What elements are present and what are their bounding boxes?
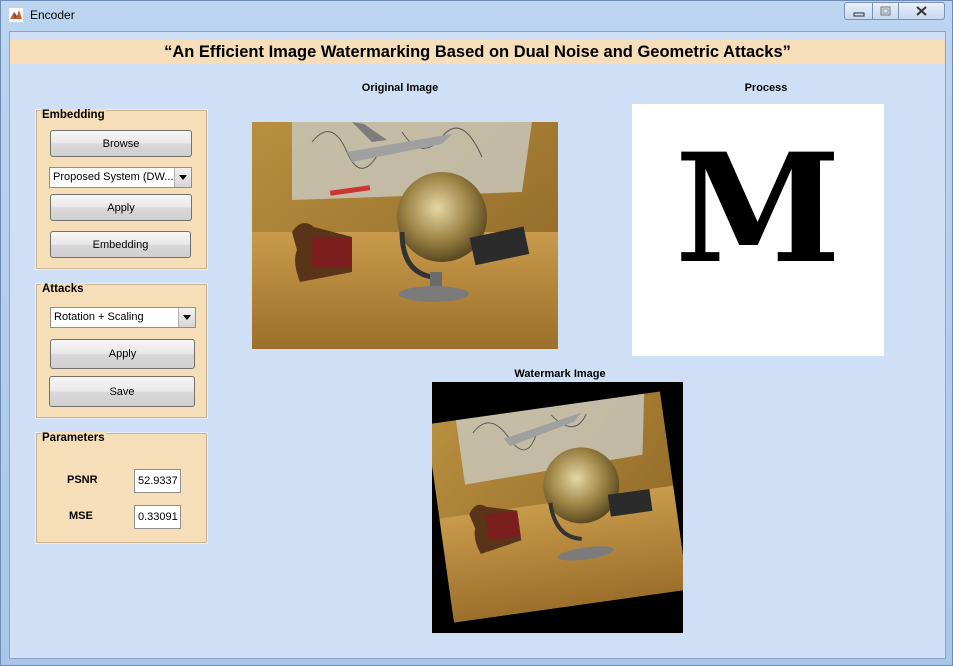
attack-select-value: Rotation + Scaling	[54, 311, 144, 323]
attacks-panel: Attacks Rotation + Scaling Apply Save	[35, 283, 208, 419]
title-bar[interactable]: Encoder	[1, 1, 952, 29]
restore-icon	[880, 6, 891, 16]
minimize-button[interactable]	[844, 2, 873, 20]
watermark-logo: M	[674, 121, 842, 297]
attacks-panel-title: Attacks	[41, 283, 85, 295]
attack-select[interactable]: Rotation + Scaling	[50, 307, 196, 328]
banner-title: “An Efficient Image Watermarking Based o…	[164, 43, 791, 61]
process-label: Process	[744, 82, 788, 94]
chevron-down-icon[interactable]	[174, 168, 191, 187]
minimize-icon	[853, 12, 865, 17]
save-button[interactable]: Save	[49, 376, 195, 407]
psnr-field[interactable]: 52.9337	[134, 469, 181, 493]
chevron-down-icon[interactable]	[178, 308, 195, 327]
embedding-apply-button[interactable]: Apply	[50, 194, 192, 221]
encoder-window: Encoder “An Efficient Image Watermarking…	[0, 0, 953, 666]
title-banner: “An Efficient Image Watermarking Based o…	[10, 40, 945, 64]
watermark-image-picture	[432, 391, 683, 623]
watermark-image-label: Watermark Image	[514, 368, 606, 380]
figure-client-area: “An Efficient Image Watermarking Based o…	[9, 31, 946, 659]
embedding-button[interactable]: Embedding	[50, 231, 191, 258]
embedding-panel-title: Embedding	[41, 109, 106, 121]
original-image	[252, 122, 558, 349]
parameters-panel: Parameters PSNR 52.9337 MSE 0.33091	[35, 432, 208, 544]
attacks-apply-button[interactable]: Apply	[50, 339, 195, 369]
method-select-value: Proposed System (DW...	[53, 171, 174, 183]
original-image-picture	[252, 122, 558, 349]
browse-button[interactable]: Browse	[50, 130, 192, 157]
maximize-button[interactable]	[872, 2, 899, 20]
process-image: M	[632, 104, 884, 356]
watermark-image	[432, 382, 683, 633]
window-title: Encoder	[30, 8, 75, 22]
mse-field[interactable]: 0.33091	[134, 505, 181, 529]
embedding-panel: Embedding Browse Proposed System (DW... …	[35, 109, 208, 270]
parameters-panel-title: Parameters	[41, 432, 106, 444]
psnr-label: PSNR	[67, 474, 98, 486]
mse-label: MSE	[69, 510, 93, 522]
close-button[interactable]	[898, 2, 945, 20]
method-select[interactable]: Proposed System (DW...	[49, 167, 192, 188]
original-image-label: Original Image	[361, 82, 439, 94]
matlab-icon	[9, 8, 23, 22]
close-icon	[916, 6, 927, 16]
